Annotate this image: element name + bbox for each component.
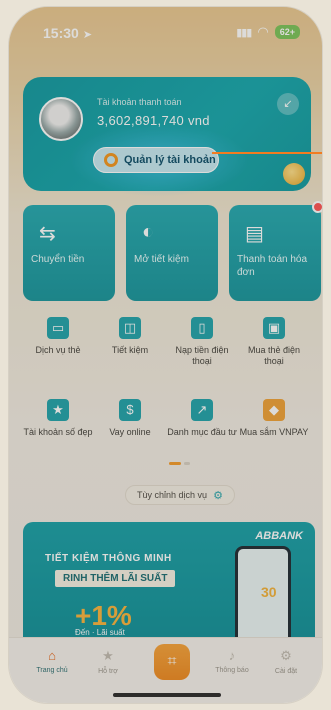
transfer-icon: ⇆ bbox=[39, 223, 56, 245]
service-label: Tiết kiệm bbox=[111, 345, 149, 355]
location-arrow-icon: ➤ bbox=[82, 29, 93, 41]
ring-icon bbox=[104, 153, 118, 167]
tab-label: Thông báo bbox=[215, 667, 249, 674]
status-bar: 15:30 ➤ ▮▮▮ ◠ 62+ bbox=[9, 7, 322, 51]
quick-action-savings[interactable]: ◐ Mở tiết kiệm bbox=[126, 205, 218, 301]
vip-account-icon: ★ bbox=[47, 399, 69, 421]
quick-action-label: Thanh toán hóa đơn bbox=[237, 254, 308, 278]
service-card[interactable]: ▭ Dịch vụ thẻ bbox=[23, 317, 93, 356]
gear-icon: ⚙ bbox=[213, 489, 223, 502]
service-shopping[interactable]: ◆ Mua sắm VNPAY bbox=[239, 399, 309, 438]
promo-upto: Đến · Lãi suất bbox=[75, 628, 125, 637]
tab-settings[interactable]: ⚙ Cài đặt bbox=[259, 648, 313, 675]
service-label: Danh mục đầu tư bbox=[167, 427, 237, 437]
quick-action-transfer[interactable]: ⇆ Chuyển tiền bbox=[23, 205, 115, 301]
service-vip-account[interactable]: ★ Tài khoản số đẹp bbox=[23, 399, 93, 438]
tab-label: Hỗ trợ bbox=[98, 668, 118, 675]
notification-dot bbox=[312, 201, 322, 213]
settings-icon: ⚙ bbox=[280, 648, 292, 663]
home-icon: ⌂ bbox=[48, 648, 56, 663]
piggy-bank-icon: ◐ bbox=[142, 221, 155, 243]
quick-action-bill[interactable]: ▤ Thanh toán hóa đơn bbox=[229, 201, 322, 301]
service-loan[interactable]: $ Vay online bbox=[95, 399, 165, 438]
phone-topup-icon: ▯ bbox=[191, 317, 213, 339]
phone-card-icon: ▣ bbox=[263, 317, 285, 339]
quick-action-label: Chuyển tiền bbox=[31, 254, 85, 265]
service-phone-card[interactable]: ▣ Mua thẻ điện thoại bbox=[239, 317, 309, 367]
service-label: Nạp tiền điện thoại bbox=[175, 345, 229, 366]
tab-home[interactable]: ⌂ Trang chủ bbox=[25, 648, 79, 674]
signal-icon: ▮▮▮ bbox=[236, 26, 252, 39]
service-invest[interactable]: ↗ Danh mục đầu tư bbox=[167, 399, 237, 438]
tab-label: Trang chủ bbox=[36, 667, 68, 674]
status-right: ▮▮▮ ◠ 62+ bbox=[236, 24, 300, 40]
qr-icon: ⌗ bbox=[167, 653, 177, 670]
service-savings[interactable]: ◫ Tiết kiệm bbox=[95, 317, 165, 356]
promo-brand: ABBANK bbox=[255, 530, 303, 542]
collapse-arrow-icon[interactable]: ↙ bbox=[277, 93, 299, 115]
promo-subheadline: RINH THÊM LÃI SUẤT bbox=[55, 570, 176, 587]
manage-account-button[interactable]: Quản lý tài khoản bbox=[93, 147, 219, 173]
promo-headline: TIẾT KIỆM THÔNG MINH bbox=[45, 553, 172, 564]
wifi-icon: ◠ bbox=[257, 24, 269, 39]
status-time: 15:30 ➤ bbox=[43, 25, 93, 41]
promo-badge: 30 bbox=[261, 584, 277, 600]
invest-chart-icon: ↗ bbox=[191, 399, 213, 421]
quick-actions: ⇆ Chuyển tiền ◐ Mở tiết kiệm ▤ Thanh toá… bbox=[23, 201, 322, 301]
promo-banner[interactable]: ABBANK TIẾT KIỆM THÔNG MINH RINH THÊM LÃ… bbox=[23, 522, 315, 652]
phone-screen: 15:30 ➤ ▮▮▮ ◠ 62+ Tài khoản thanh toán 3,… bbox=[8, 6, 323, 704]
service-label: Mua sắm VNPAY bbox=[239, 427, 309, 437]
battery-icon: 62+ bbox=[274, 25, 300, 39]
service-label: Tài khoản số đẹp bbox=[23, 427, 93, 437]
qr-scan-button[interactable]: ⌗ bbox=[154, 644, 190, 680]
support-star-icon: ★ bbox=[102, 648, 114, 663]
manage-account-label: Quản lý tài khoản bbox=[124, 154, 216, 166]
customize-services-button[interactable]: Tùy chỉnh dịch vụ ⚙ bbox=[125, 485, 235, 505]
service-label: Mua thẻ điện thoại bbox=[247, 345, 301, 366]
bill-icon: ▤ bbox=[245, 223, 264, 245]
card-icon: ▭ bbox=[47, 317, 69, 339]
page-dot bbox=[184, 462, 190, 465]
coin-icon bbox=[283, 163, 305, 185]
service-phone-topup[interactable]: ▯ Nạp tiền điện thoại bbox=[167, 317, 237, 367]
bell-icon: ♪ bbox=[228, 648, 236, 663]
safe-icon: ◫ bbox=[119, 317, 141, 339]
customize-label: Tùy chỉnh dịch vụ bbox=[137, 490, 208, 500]
callout-line bbox=[212, 152, 322, 154]
home-indicator bbox=[113, 693, 221, 697]
page-dot-active bbox=[169, 462, 181, 465]
account-label: Tài khoản thanh toán bbox=[97, 97, 182, 107]
service-label: Dịch vụ thẻ bbox=[35, 345, 81, 355]
loan-icon: $ bbox=[119, 399, 141, 421]
tab-support[interactable]: ★ Hỗ trợ bbox=[81, 648, 135, 675]
shopping-icon: ◆ bbox=[263, 399, 285, 421]
avatar[interactable] bbox=[39, 97, 83, 141]
page-indicator bbox=[169, 462, 190, 465]
tab-notifications[interactable]: ♪ Thông báo bbox=[205, 648, 259, 674]
quick-action-label: Mở tiết kiệm bbox=[134, 254, 189, 265]
service-label: Vay online bbox=[109, 427, 151, 437]
tab-label: Cài đặt bbox=[274, 668, 298, 675]
